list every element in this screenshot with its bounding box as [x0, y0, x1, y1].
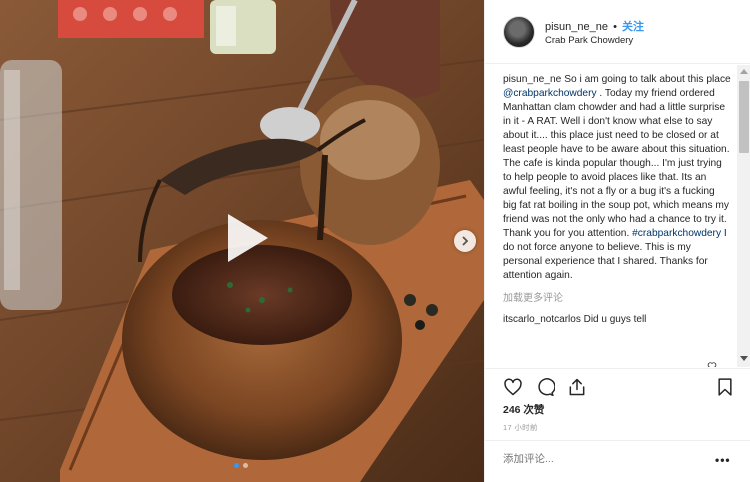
chevron-right-icon — [462, 236, 469, 246]
separator-dot: • — [613, 21, 617, 33]
share-icon — [569, 378, 585, 396]
more-options-button[interactable]: ••• — [715, 453, 731, 467]
comment-button[interactable] — [533, 375, 557, 399]
add-comment-bar: ••• — [485, 440, 750, 482]
comment-text: Did u guys tell — [583, 314, 647, 325]
post-sidebar: pisun_ne_ne • 关注 Crab Park Chowdery pisu… — [484, 0, 750, 482]
caption-text: So i am going to talk about this place — [564, 74, 731, 85]
share-button[interactable] — [565, 375, 589, 399]
bookmark-icon — [718, 378, 732, 396]
save-button[interactable] — [713, 375, 737, 399]
carousel-dot — [234, 463, 239, 468]
load-more-comments[interactable]: 加载更多评论 — [503, 289, 737, 304]
scroll-up-arrow[interactable] — [740, 69, 748, 74]
play-icon — [228, 214, 268, 262]
post-media[interactable] — [0, 0, 484, 482]
comment-input[interactable] — [503, 453, 703, 465]
post-caption: pisun_ne_ne So i am going to talk about … — [503, 73, 731, 283]
scroll-down-arrow[interactable] — [740, 356, 748, 361]
avatar[interactable] — [503, 16, 535, 48]
header-user-line: pisun_ne_ne • 关注 — [545, 18, 644, 34]
heart-icon — [504, 378, 522, 396]
carousel-dot — [243, 463, 248, 468]
comment-item: itscarlo_notcarlos Did u guys tell — [503, 314, 737, 325]
comment-username[interactable]: itscarlo_notcarlos — [503, 314, 581, 325]
username-link[interactable]: pisun_ne_ne — [545, 21, 608, 33]
next-slide-button[interactable] — [454, 230, 476, 252]
comments-area[interactable]: pisun_ne_ne So i am going to talk about … — [485, 65, 737, 367]
post-actions — [485, 368, 750, 404]
post-timestamp[interactable]: 17 小时前 — [503, 422, 538, 433]
scroll-thumb[interactable] — [739, 81, 749, 153]
mention-link[interactable]: @crabparkchowdery — [503, 88, 597, 99]
carousel-indicator — [234, 463, 248, 468]
caption-username[interactable]: pisun_ne_ne — [503, 74, 561, 85]
location-link[interactable]: Crab Park Chowdery — [545, 35, 633, 46]
hashtag-link[interactable]: #crabparkchowdery — [632, 228, 721, 239]
like-count[interactable]: 246 次赞 — [503, 402, 544, 417]
post-header: pisun_ne_ne • 关注 Crab Park Chowdery — [485, 0, 750, 64]
play-button[interactable] — [218, 210, 274, 266]
caption-text: . Today my friend ordered Manhattan clam… — [503, 88, 730, 239]
comment-icon — [538, 378, 555, 397]
like-button[interactable] — [501, 375, 525, 399]
comment-like-icon[interactable] — [707, 361, 717, 367]
follow-button[interactable]: 关注 — [622, 21, 644, 33]
comments-scrollbar[interactable] — [737, 65, 750, 367]
